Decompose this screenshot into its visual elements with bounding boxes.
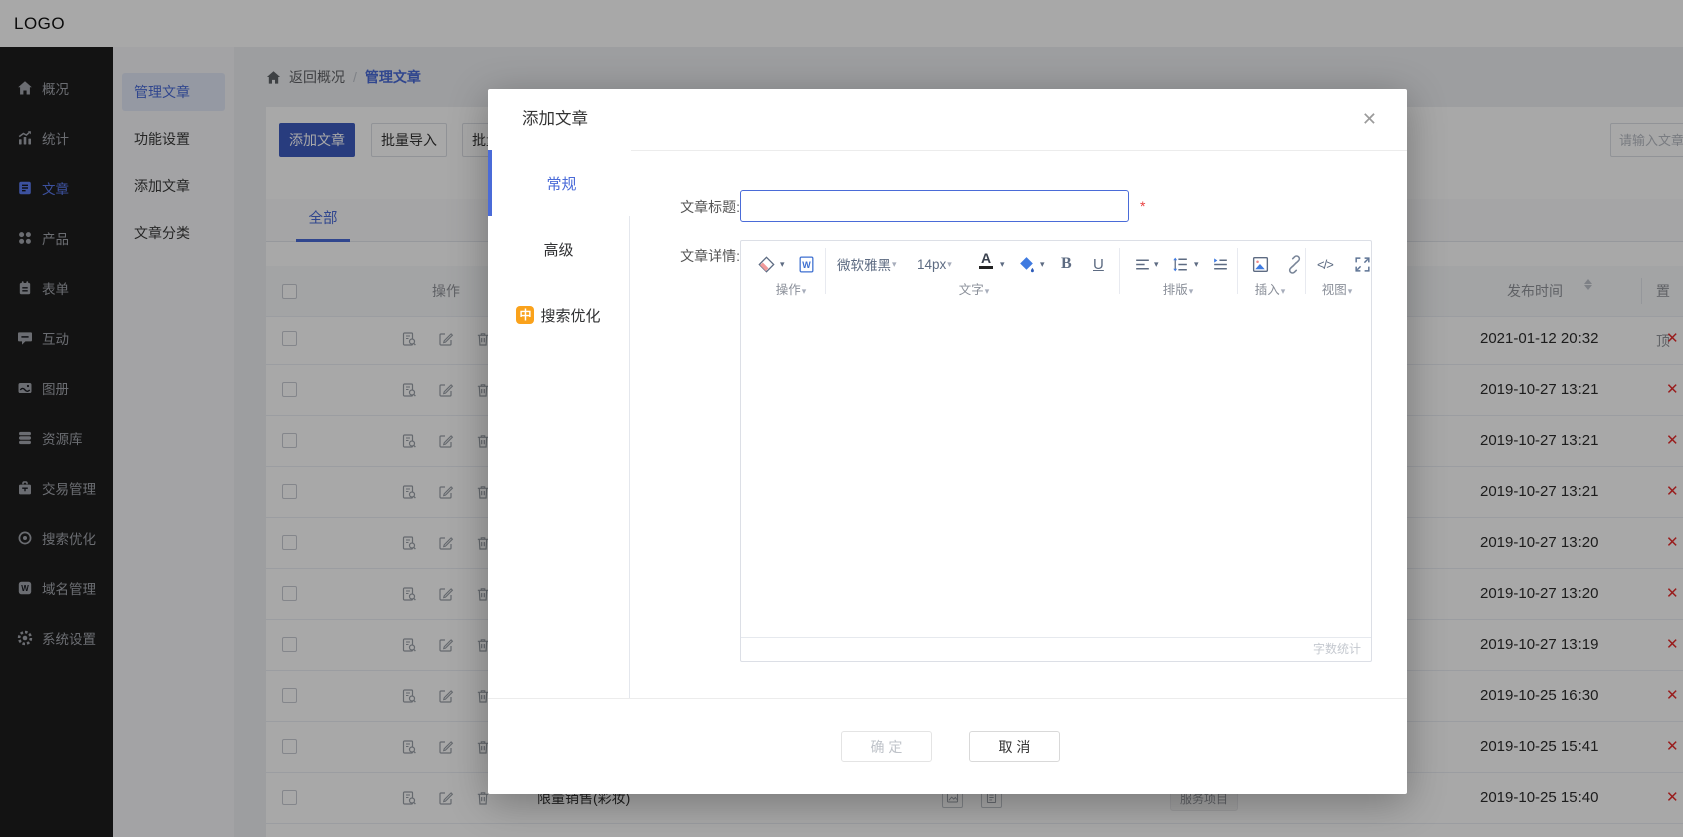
article-title-input[interactable] <box>740 190 1129 222</box>
modal-tab-label: 高级 <box>543 239 573 260</box>
word-import-icon[interactable]: W <box>797 251 816 277</box>
modal-tab-label: 搜索优化 <box>540 305 600 326</box>
editor-group-layout[interactable]: 排版▾ <box>1163 279 1194 298</box>
modal-header: 添加文章 ✕ <box>488 89 1407 151</box>
toolbar-divider <box>1237 248 1238 294</box>
modal-body: 常规 高级 中 搜索优化 文章标题: * 文章详情: <box>488 150 1407 699</box>
underline-icon[interactable]: U <box>1093 251 1104 277</box>
line-height-icon[interactable] <box>1171 251 1190 277</box>
eraser-icon[interactable] <box>757 251 776 277</box>
required-mark: * <box>1140 198 1145 214</box>
background-color-icon[interactable] <box>1017 251 1036 277</box>
fullscreen-icon[interactable] <box>1353 251 1372 277</box>
editor-group-insert[interactable]: 插入▾ <box>1255 279 1286 298</box>
modal-title: 添加文章 <box>522 89 588 150</box>
toolbar-divider <box>1119 248 1120 294</box>
align-icon[interactable] <box>1133 251 1152 277</box>
toolbar-divider <box>1305 248 1306 294</box>
bold-icon[interactable]: B <box>1061 251 1072 277</box>
modal-tabs: 常规 高级 中 搜索优化 <box>488 150 630 699</box>
font-size-select[interactable]: 14px▾ <box>917 251 952 277</box>
line-height-caret[interactable]: ▾ <box>1194 251 1199 277</box>
close-icon[interactable]: ✕ <box>1362 89 1377 150</box>
eraser-dropdown-caret[interactable]: ▾ <box>780 251 785 277</box>
add-article-modal: 添加文章 ✕ 常规 高级 中 搜索优化 文章标题: <box>488 89 1407 794</box>
align-caret[interactable]: ▾ <box>1154 251 1159 277</box>
editor-group-text[interactable]: 文字▾ <box>959 279 990 298</box>
font-color-icon[interactable]: A <box>979 251 993 277</box>
editor-toolbar: ▾ W 微软雅黑▾ 14px▾ A ▾ ▾ <box>741 241 1371 302</box>
modal-tab-label: 常规 <box>546 173 576 194</box>
background-color-caret[interactable]: ▾ <box>1040 251 1045 277</box>
confirm-button[interactable]: 确 定 <box>841 731 932 762</box>
modal-tab[interactable]: 高级 <box>488 216 629 282</box>
source-code-icon[interactable]: </> <box>1317 251 1333 277</box>
insert-link-icon[interactable] <box>1285 251 1304 277</box>
modal-footer: 确 定 取 消 <box>488 698 1407 794</box>
toolbar-divider <box>825 248 826 294</box>
article-detail-label: 文章详情: <box>628 246 740 266</box>
article-title-label: 文章标题: <box>628 197 740 217</box>
editor-group-ops[interactable]: 操作▾ <box>776 279 807 298</box>
font-color-caret[interactable]: ▾ <box>1000 251 1005 277</box>
svg-text:W: W <box>802 260 811 270</box>
insert-image-icon[interactable] <box>1251 251 1270 277</box>
editor-content-area[interactable] <box>741 301 1371 639</box>
word-count-label: 字数统计 <box>1313 642 1361 656</box>
modal-tab[interactable]: 中 搜索优化 <box>488 282 629 348</box>
editor-status-bar: 字数统计 <box>741 637 1371 661</box>
editor-group-view[interactable]: 视图▾ <box>1322 279 1353 298</box>
font-family-select[interactable]: 微软雅黑▾ <box>837 251 897 277</box>
cancel-button[interactable]: 取 消 <box>969 731 1060 762</box>
indent-icon[interactable] <box>1211 251 1230 277</box>
seo-badge-icon: 中 <box>516 306 534 324</box>
rich-text-editor: ▾ W 微软雅黑▾ 14px▾ A ▾ ▾ <box>740 240 1372 662</box>
modal-tab[interactable]: 常规 <box>488 150 631 216</box>
